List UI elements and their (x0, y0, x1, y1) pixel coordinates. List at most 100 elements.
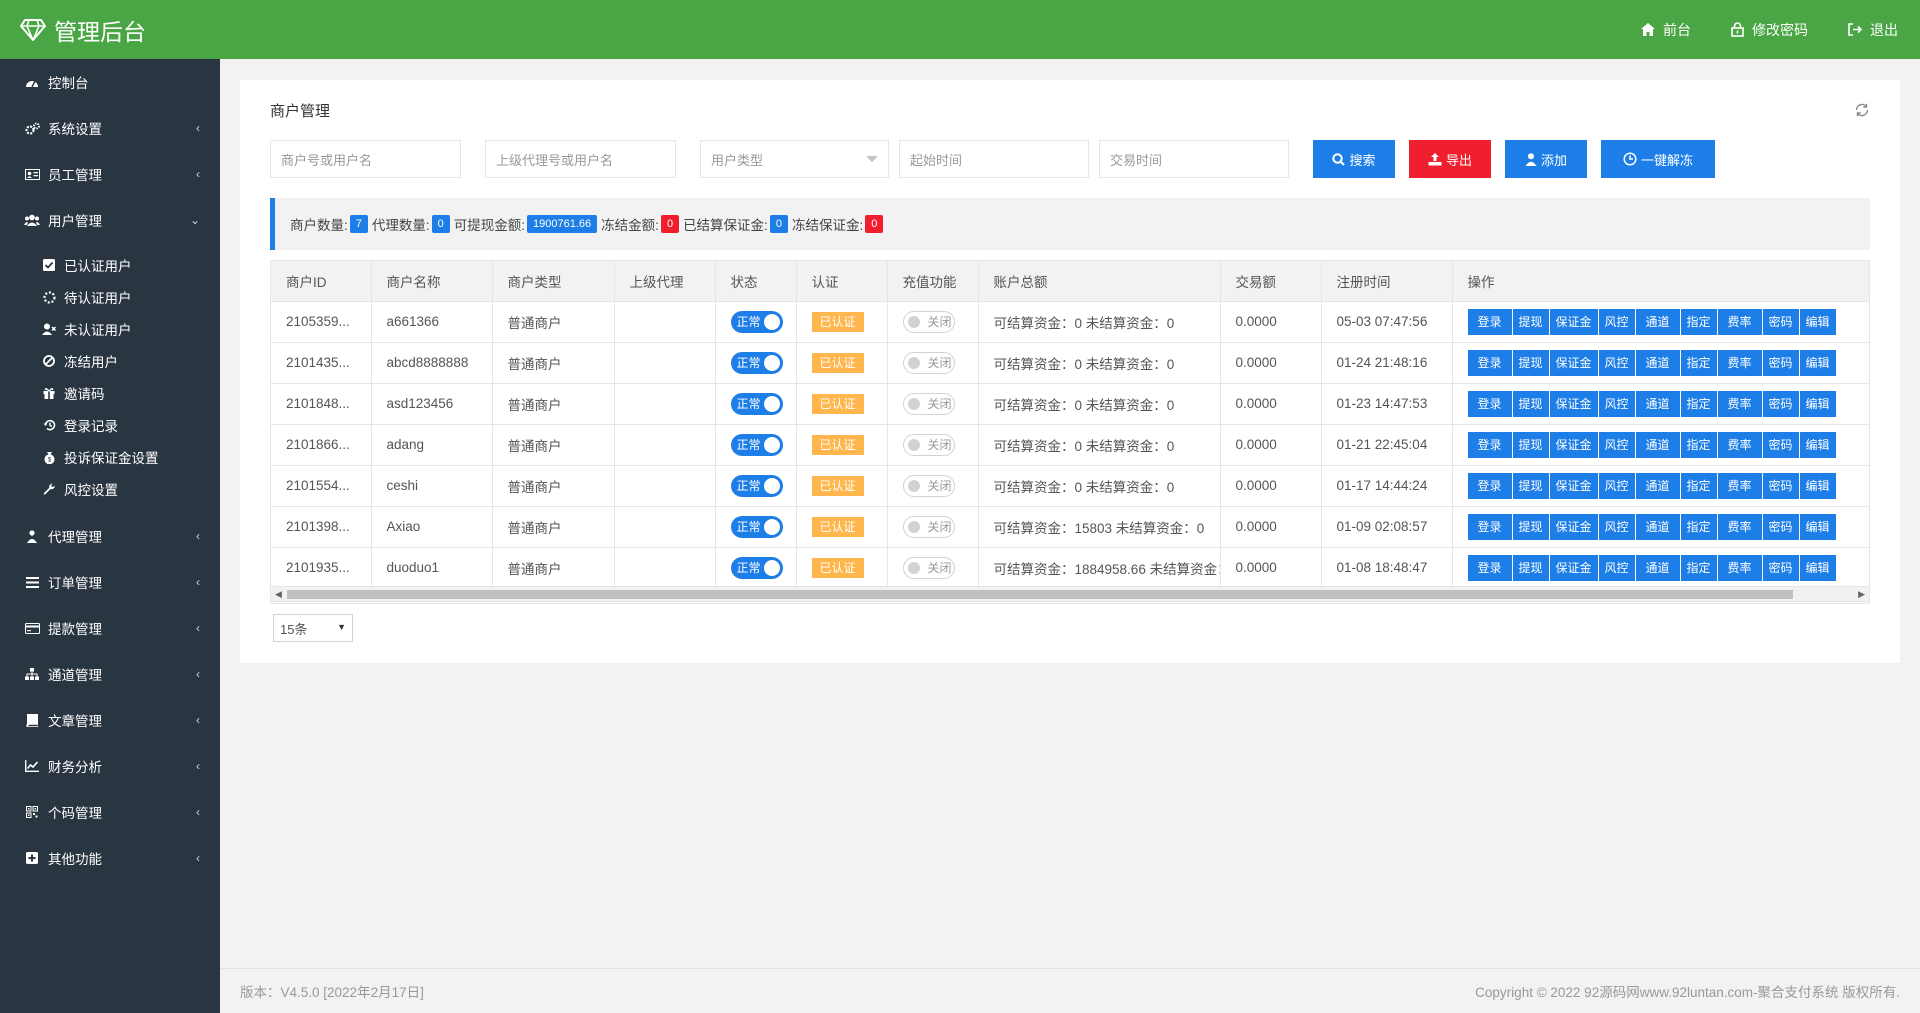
edit-button[interactable]: 编辑 (1799, 472, 1836, 499)
rate-button[interactable]: 费率 (1717, 349, 1762, 376)
start-time-input[interactable]: 起始时间 (899, 140, 1089, 178)
sidebar-item-staff[interactable]: 员工管理 ‹ (0, 151, 220, 197)
sidebar-item-financial-analysis[interactable]: 财务分析 ‹ (0, 743, 220, 789)
sidebar-sub-pending-users[interactable]: 待认证用户 (0, 281, 220, 313)
login-button[interactable]: 登录 (1467, 390, 1512, 417)
assign-button[interactable]: 指定 (1680, 349, 1717, 376)
recharge-toggle[interactable]: 关闭 (902, 515, 955, 538)
risk-button[interactable]: 风控 (1598, 554, 1635, 581)
rate-button[interactable]: 费率 (1717, 308, 1762, 335)
rate-button[interactable]: 费率 (1717, 513, 1762, 540)
sidebar-item-agent-management[interactable]: 代理管理 ‹ (0, 513, 220, 559)
deposit-button[interactable]: 保证金 (1549, 390, 1598, 417)
recharge-toggle[interactable]: 关闭 (902, 556, 955, 579)
channel-button[interactable]: 通道 (1635, 554, 1680, 581)
assign-button[interactable]: 指定 (1680, 390, 1717, 417)
edit-button[interactable]: 编辑 (1799, 308, 1836, 335)
col-header-recharge[interactable]: 充值功能 (887, 261, 979, 302)
risk-button[interactable]: 风控 (1598, 472, 1635, 499)
sidebar-item-order-management[interactable]: 订单管理 ‹ (0, 559, 220, 605)
col-header-cert[interactable]: 认证 (796, 261, 888, 302)
page-size-select[interactable]: 15条 ▼ (273, 614, 353, 642)
assign-button[interactable]: 指定 (1680, 431, 1717, 458)
risk-button[interactable]: 风控 (1598, 390, 1635, 417)
channel-button[interactable]: 通道 (1635, 390, 1680, 417)
recharge-toggle[interactable]: 关闭 (902, 351, 955, 374)
rate-button[interactable]: 费率 (1717, 472, 1762, 499)
recharge-toggle[interactable]: 关闭 (902, 474, 955, 497)
channel-button[interactable]: 通道 (1635, 431, 1680, 458)
sidebar-sub-verified-users[interactable]: 已认证用户 (0, 249, 220, 281)
sidebar-item-qrcode-management[interactable]: 个码管理 ‹ (0, 789, 220, 835)
sidebar-sub-invite-code[interactable]: 邀请码 (0, 377, 220, 409)
password-button[interactable]: 密码 (1762, 390, 1799, 417)
col-header-type[interactable]: 商户类型 (492, 261, 615, 302)
password-button[interactable]: 密码 (1762, 349, 1799, 376)
password-button[interactable]: 密码 (1762, 513, 1799, 540)
scroll-thumb[interactable] (287, 590, 1793, 599)
sidebar-item-other-functions[interactable]: 其他功能 ‹ (0, 835, 220, 881)
deposit-button[interactable]: 保证金 (1549, 349, 1598, 376)
risk-button[interactable]: 风控 (1598, 308, 1635, 335)
recharge-toggle[interactable]: 关闭 (902, 310, 955, 333)
status-toggle[interactable]: 正常 (730, 392, 783, 415)
status-toggle[interactable]: 正常 (730, 310, 783, 333)
col-header-trade[interactable]: 交易额 (1220, 261, 1322, 302)
horizontal-scrollbar[interactable]: ◀ ▶ (270, 586, 1870, 602)
scroll-right-icon[interactable]: ▶ (1858, 589, 1865, 600)
sidebar-item-article-management[interactable]: 文章管理 ‹ (0, 697, 220, 743)
deposit-button[interactable]: 保证金 (1549, 554, 1598, 581)
sidebar-sub-login-records[interactable]: 登录记录 (0, 409, 220, 441)
agent-search-input[interactable]: 上级代理号或用户名 (485, 140, 676, 178)
refresh-icon[interactable] (1854, 102, 1870, 121)
recharge-toggle[interactable]: 关闭 (902, 433, 955, 456)
col-header-status[interactable]: 状态 (715, 261, 797, 302)
frontend-link[interactable]: 前台 (1641, 20, 1691, 40)
risk-button[interactable]: 风控 (1598, 513, 1635, 540)
assign-button[interactable]: 指定 (1680, 513, 1717, 540)
password-button[interactable]: 密码 (1762, 308, 1799, 335)
search-button[interactable]: 搜索 (1313, 140, 1395, 178)
edit-button[interactable]: 编辑 (1799, 431, 1836, 458)
sidebar-item-system-settings[interactable]: 系统设置 ‹ (0, 105, 220, 151)
login-button[interactable]: 登录 (1467, 431, 1512, 458)
password-button[interactable]: 密码 (1762, 554, 1799, 581)
change-password-link[interactable]: 修改密码 (1731, 20, 1808, 40)
status-toggle[interactable]: 正常 (730, 474, 783, 497)
channel-button[interactable]: 通道 (1635, 349, 1680, 376)
risk-button[interactable]: 风控 (1598, 349, 1635, 376)
deposit-button[interactable]: 保证金 (1549, 513, 1598, 540)
assign-button[interactable]: 指定 (1680, 472, 1717, 499)
user-type-select[interactable]: 用户类型 (700, 140, 889, 178)
withdraw-button[interactable]: 提现 (1512, 431, 1549, 458)
withdraw-button[interactable]: 提现 (1512, 349, 1549, 376)
channel-button[interactable]: 通道 (1635, 513, 1680, 540)
add-button[interactable]: 添加 (1505, 140, 1587, 178)
sidebar-sub-risk-settings[interactable]: 风控设置 (0, 473, 220, 505)
scroll-left-icon[interactable]: ◀ (275, 589, 282, 600)
status-toggle[interactable]: 正常 (730, 351, 783, 374)
col-header-name[interactable]: 商户名称 (371, 261, 493, 302)
sidebar-sub-complaint-deposit[interactable]: $ 投诉保证金设置 (0, 441, 220, 473)
rate-button[interactable]: 费率 (1717, 431, 1762, 458)
withdraw-button[interactable]: 提现 (1512, 308, 1549, 335)
logout-link[interactable]: 退出 (1848, 20, 1898, 40)
col-header-reg-time[interactable]: 注册时间 (1321, 261, 1453, 302)
rate-button[interactable]: 费率 (1717, 390, 1762, 417)
password-button[interactable]: 密码 (1762, 472, 1799, 499)
logo[interactable]: 管理后台 (0, 13, 220, 47)
sidebar-item-dashboard[interactable]: 控制台 (0, 59, 220, 105)
sidebar-item-user-management[interactable]: 用户管理 ⌄ (0, 197, 220, 243)
col-header-agent[interactable]: 上级代理 (614, 261, 716, 302)
trade-time-input[interactable]: 交易时间 (1099, 140, 1289, 178)
withdraw-button[interactable]: 提现 (1512, 513, 1549, 540)
deposit-button[interactable]: 保证金 (1549, 431, 1598, 458)
merchant-search-input[interactable]: 商户号或用户名 (270, 140, 461, 178)
recharge-toggle[interactable]: 关闭 (902, 392, 955, 415)
deposit-button[interactable]: 保证金 (1549, 472, 1598, 499)
edit-button[interactable]: 编辑 (1799, 513, 1836, 540)
withdraw-button[interactable]: 提现 (1512, 472, 1549, 499)
sidebar-sub-unverified-users[interactable]: 未认证用户 (0, 313, 220, 345)
sidebar-item-withdrawal-management[interactable]: 提款管理 ‹ (0, 605, 220, 651)
edit-button[interactable]: 编辑 (1799, 390, 1836, 417)
